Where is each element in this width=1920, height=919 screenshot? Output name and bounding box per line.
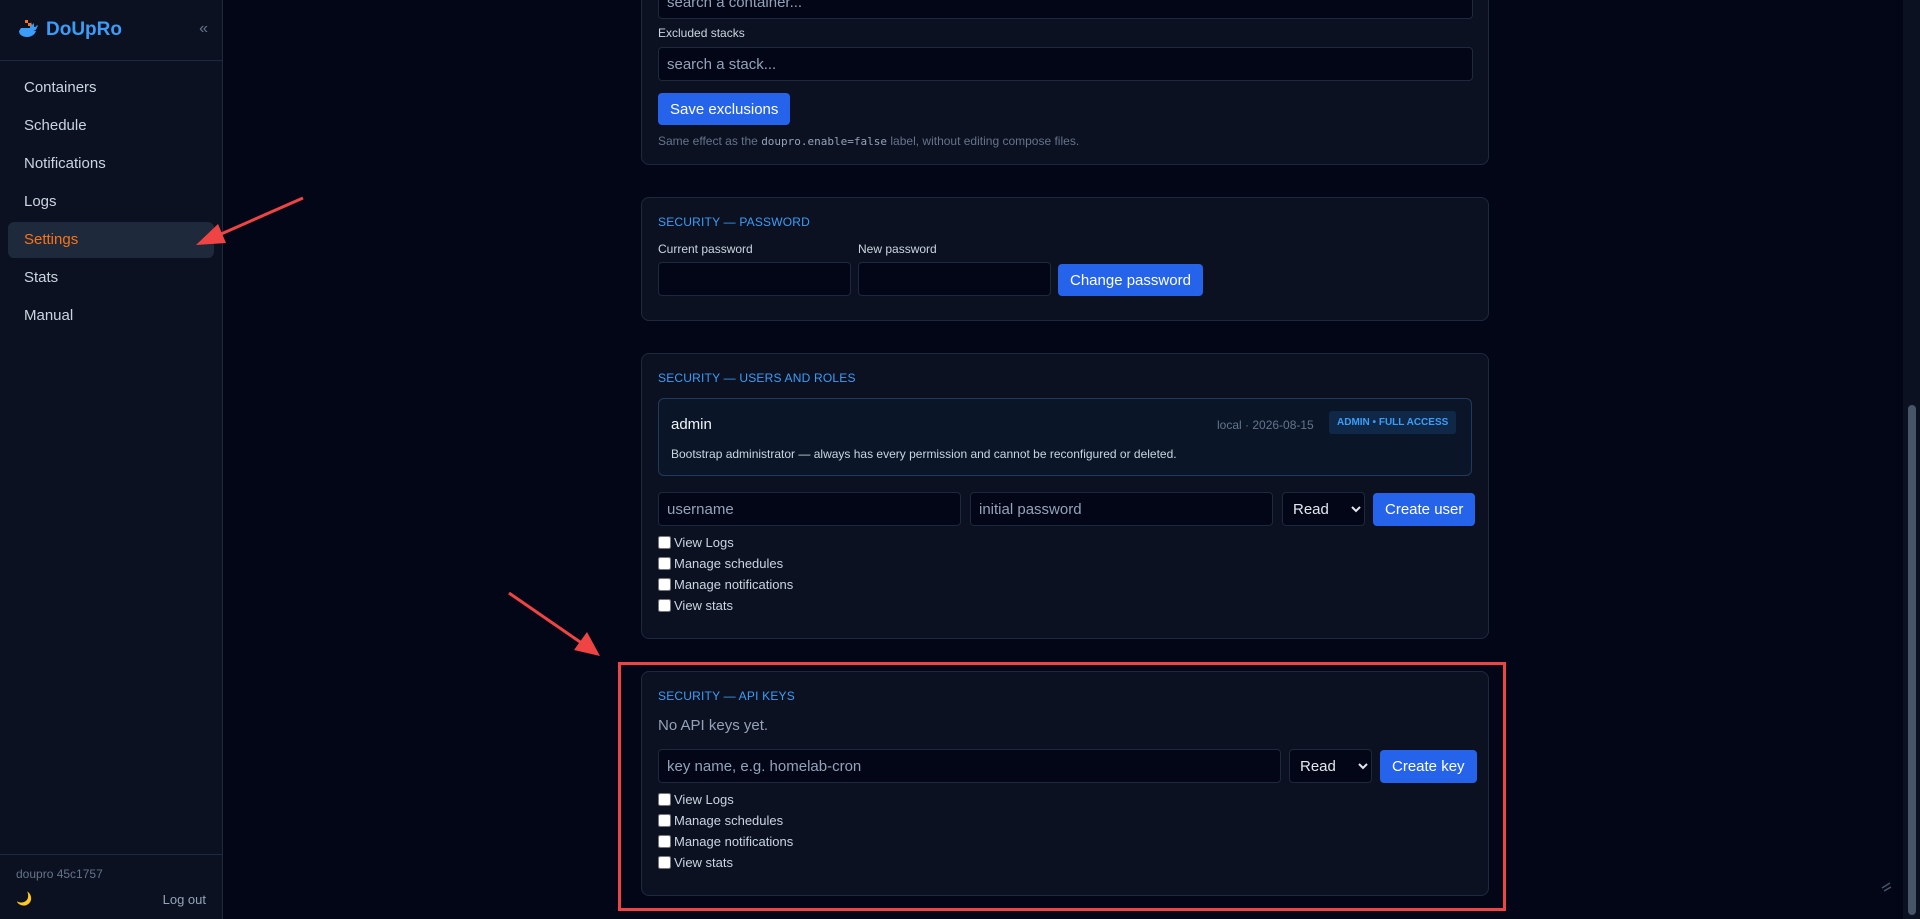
annotation-arrows — [196, 196, 600, 656]
resize-corner-icon — [1881, 882, 1892, 892]
scrollbar-thumb[interactable] — [1908, 405, 1916, 915]
arrow-to-api-keys-icon — [508, 591, 600, 656]
page-scrollbar[interactable] — [1903, 0, 1920, 919]
arrow-to-settings-icon — [196, 196, 304, 245]
